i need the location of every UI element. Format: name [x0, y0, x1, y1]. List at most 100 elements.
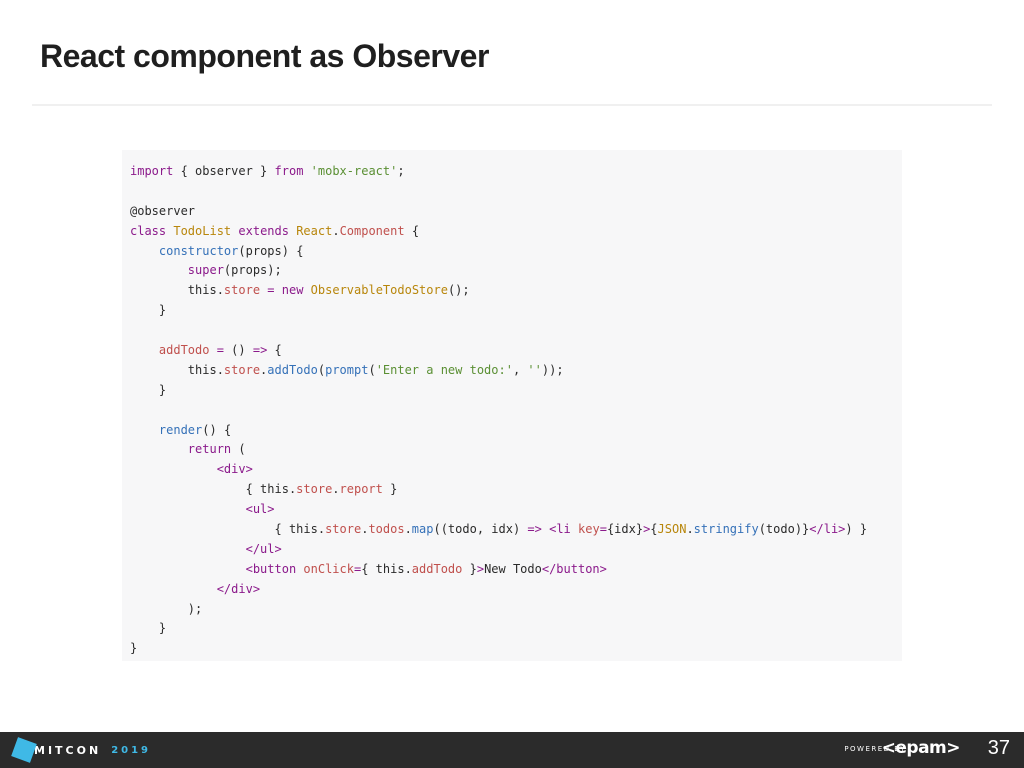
code-line: { this.store.todos.map((todo, idx) => <l…	[130, 520, 867, 540]
code-token: store	[325, 522, 362, 537]
code-token: }	[462, 561, 477, 576]
code-token: Component	[339, 223, 405, 238]
code-token: key	[578, 522, 600, 537]
code-token: constructor	[158, 243, 239, 258]
code-token: }	[130, 641, 138, 656]
code-line: </div>	[130, 580, 867, 600]
page-number: 37	[987, 737, 1010, 759]
code-token: render	[158, 422, 203, 437]
code-token: }	[130, 303, 167, 318]
conference-name: MITCON	[34, 743, 102, 757]
code-line: render() {	[130, 421, 867, 441]
code-token: JSON	[657, 522, 687, 537]
code-token: =	[599, 522, 607, 537]
code-token: TodoList	[173, 223, 232, 238]
code-token: store	[296, 482, 333, 497]
code-line: addTodo = () => {	[130, 341, 867, 361]
code-token: import	[130, 164, 174, 178]
code-token: { this.	[130, 522, 326, 537]
code-line: }	[130, 301, 867, 321]
code-token: ));	[541, 362, 564, 377]
code-token: super	[187, 263, 224, 278]
code-token: { this.	[361, 561, 412, 576]
code-line: @observer	[130, 202, 867, 222]
code-block: import { observer } from 'mobx-react'; @…	[122, 150, 902, 661]
code-line: <button onClick={ this.addTodo }>New Tod…	[130, 560, 867, 580]
slide-title: React component as Observer	[40, 38, 489, 74]
code-token: onClick	[303, 561, 354, 576]
code-line: import { observer } from 'mobx-react';	[130, 162, 867, 182]
conference-year: 2019	[111, 744, 152, 756]
code-token: ) }	[845, 522, 868, 537]
footer-bar: MITCON 2019 POWERED BY <epam> 37	[0, 732, 1024, 768]
code-token: ()	[223, 343, 253, 358]
code-token: >	[476, 561, 485, 576]
code-token: store	[223, 283, 261, 298]
code-token: .	[404, 522, 412, 537]
code-token: todos	[368, 522, 405, 537]
code-line: constructor(props) {	[130, 242, 867, 262]
code-token: {idx}	[606, 522, 644, 537]
code-token: (	[231, 442, 246, 457]
code-token: prompt	[325, 362, 369, 377]
code-token: =>	[527, 522, 542, 537]
code-token: ();	[447, 283, 470, 298]
code-token: =>	[252, 343, 268, 358]
code-line: <ul>	[130, 500, 867, 520]
title-divider	[32, 104, 992, 106]
code-line: class TodoList extends React.Component {	[130, 222, 867, 242]
code-token: =	[216, 343, 224, 358]
code-token: extends	[238, 223, 289, 238]
code-token: .	[332, 223, 340, 238]
brand-logo: <epam>	[881, 738, 961, 758]
code-token: {	[404, 223, 420, 238]
code-line: this.store = new ObservableTodoStore();	[130, 281, 867, 301]
code-token: new	[281, 283, 304, 298]
code-token: addTodo	[411, 561, 463, 576]
code-token: this.	[130, 362, 224, 377]
code-token: <div>	[216, 462, 253, 477]
code-line: );	[130, 600, 867, 620]
code-token: }	[130, 621, 167, 636]
code-token: class	[130, 223, 167, 238]
code-token: ObservableTodoStore	[310, 283, 448, 298]
code-token: </ul>	[245, 541, 282, 556]
code-token: (	[368, 362, 376, 377]
code-token: }	[130, 382, 167, 397]
code-lines: import { observer } from 'mobx-react'; @…	[130, 162, 867, 659]
code-token: </button>	[541, 561, 607, 576]
code-token: 'Enter a new todo:'	[375, 362, 513, 377]
code-token: =	[267, 283, 275, 298]
code-token: map	[411, 522, 434, 537]
code-token: (todo)}	[758, 522, 810, 537]
code-token: </div>	[216, 581, 261, 596]
code-token: stringify	[693, 522, 759, 537]
code-token: (	[317, 362, 326, 377]
code-token: <button	[245, 561, 297, 576]
code-token: ,	[512, 362, 528, 377]
code-token: <ul>	[245, 502, 275, 517]
code-token: this.	[130, 283, 224, 298]
code-line: this.store.addTodo(prompt('Enter a new t…	[130, 361, 867, 381]
code-token: );	[130, 601, 203, 616]
code-token: addTodo	[158, 343, 210, 358]
code-line: <div>	[130, 460, 867, 480]
code-token: (props) {	[238, 243, 304, 258]
code-token: .	[686, 522, 694, 537]
code-token: { observer }	[173, 164, 275, 178]
code-line: </ul>	[130, 540, 867, 560]
code-token: return	[187, 442, 232, 457]
